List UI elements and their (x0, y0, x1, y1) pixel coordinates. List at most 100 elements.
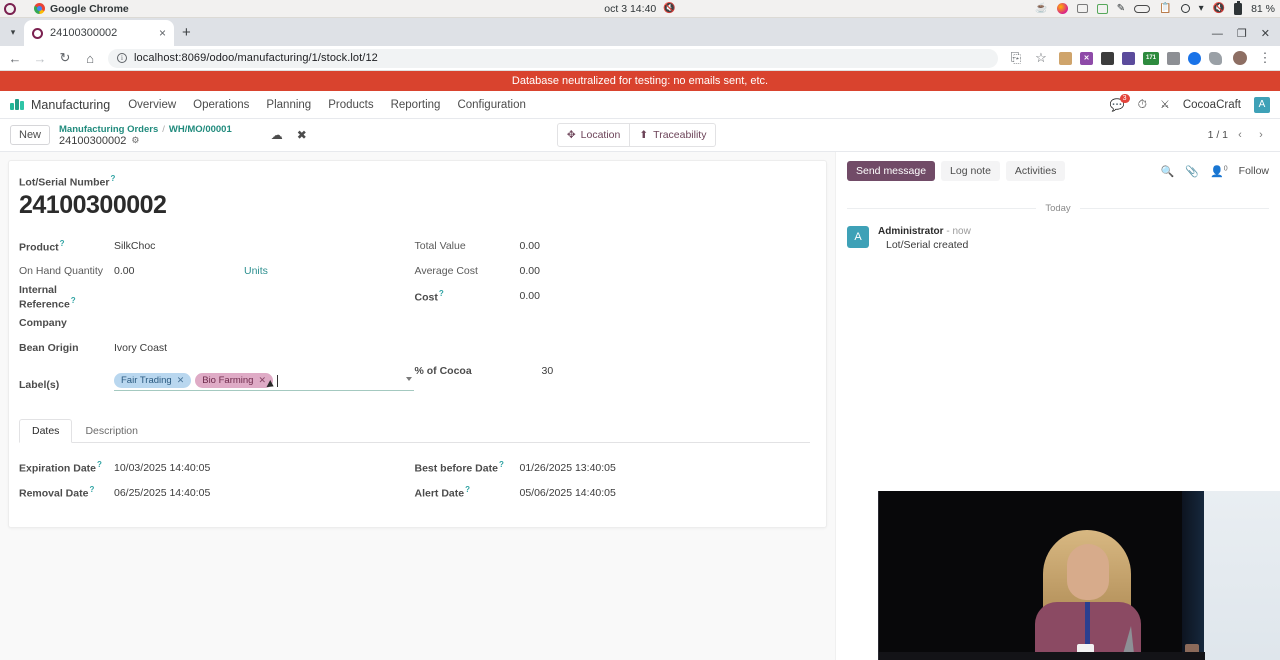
bank-extension-icon[interactable] (1059, 51, 1072, 65)
back-icon[interactable]: ← (8, 51, 22, 66)
help-tooltip-icon[interactable]: ? (110, 174, 115, 183)
active-app-label: Google Chrome (50, 2, 129, 15)
tools-icon[interactable]: ⚔ (1160, 98, 1170, 111)
counter-extension-icon[interactable]: 171 (1143, 51, 1159, 65)
location-icon[interactable] (1180, 4, 1190, 13)
user-menu-label[interactable]: CocoaCraft (1183, 99, 1241, 111)
log-note-button[interactable]: Log note (941, 161, 1000, 181)
chevron-down-icon[interactable] (406, 377, 412, 381)
tab-description[interactable]: Description (72, 419, 151, 443)
help-tooltip-icon[interactable]: ? (439, 289, 444, 298)
chatter-message-author[interactable]: Administrator (878, 226, 944, 237)
menu-reporting[interactable]: Reporting (391, 99, 441, 111)
help-tooltip-icon[interactable]: ? (465, 485, 470, 494)
tab-dates[interactable]: Dates (19, 419, 73, 443)
tag-remove-icon[interactable]: ✕ (177, 375, 185, 386)
location-button[interactable]: ✥ Location (556, 123, 631, 147)
battery-icon[interactable] (1234, 0, 1243, 15)
volume-muted-icon[interactable]: 🔇 (1213, 3, 1225, 14)
avatar[interactable]: A (1254, 96, 1270, 113)
new-tab-button[interactable]: + (182, 25, 191, 40)
presenter-video-overlay[interactable] (878, 491, 1280, 660)
new-button[interactable]: New (10, 125, 51, 145)
cast-icon[interactable]: ⎘ (1009, 50, 1023, 66)
field-best-before-date-value[interactable]: 01/26/2025 13:40:05 (520, 462, 811, 474)
help-tooltip-icon[interactable]: ? (71, 296, 76, 305)
home-icon[interactable]: ⌂ (83, 51, 97, 66)
field-percent-of-cocoa-value[interactable]: 30 (520, 365, 811, 377)
forward-icon[interactable]: → (33, 51, 47, 66)
shape-extension-icon[interactable] (1209, 51, 1222, 65)
help-tooltip-icon[interactable]: ? (89, 485, 94, 494)
clock-icon[interactable]: ⏱ (1138, 97, 1147, 112)
field-alert-date-value[interactable]: 05/06/2025 14:40:05 (520, 487, 811, 499)
chrome-menu-icon[interactable]: ⋮ (1258, 50, 1272, 66)
labels-tags-input[interactable]: Fair Trading ✕ Bio Farming ✕ (114, 373, 414, 391)
traceability-button[interactable]: ⬆ Traceability (630, 123, 717, 147)
doc-extension-icon[interactable] (1101, 51, 1114, 65)
follow-button[interactable]: Follow (1239, 165, 1269, 177)
menu-planning[interactable]: Planning (266, 99, 311, 111)
pager-previous-icon[interactable]: ‹ (1231, 126, 1249, 144)
os-clock[interactable]: oct 3 14:40 (604, 3, 656, 15)
clipboard-icon[interactable]: 📋 (1159, 3, 1171, 14)
field-expiration-date-value[interactable]: 10/03/2025 14:40:05 (114, 462, 415, 474)
window-close-button[interactable]: ✕ (1261, 27, 1270, 40)
menu-configuration[interactable]: Configuration (457, 99, 525, 111)
search-icon[interactable]: 🔍 (1161, 165, 1175, 178)
field-bean-origin-value[interactable]: Ivory Coast (114, 342, 415, 354)
window-extension-icon[interactable] (1122, 51, 1135, 65)
help-tooltip-icon[interactable]: ? (97, 460, 102, 469)
field-product-value[interactable]: SilkChoc (114, 240, 415, 252)
address-bar[interactable]: i localhost:8069/odoo/manufacturing/1/st… (108, 48, 998, 68)
screenshot-icon[interactable] (1076, 4, 1088, 13)
firefox-icon[interactable] (1056, 3, 1068, 14)
pager-next-icon[interactable]: › (1252, 126, 1270, 144)
tag-remove-icon[interactable]: ✕ (258, 375, 266, 386)
field-cost-value[interactable]: 0.00 (520, 290, 811, 302)
menu-operations[interactable]: Operations (193, 99, 249, 111)
tab-search-button[interactable]: ▾ (2, 20, 24, 44)
help-tooltip-icon[interactable]: ? (60, 239, 65, 248)
messaging-icon[interactable] (1096, 3, 1108, 14)
tab-close-icon[interactable]: × (159, 27, 166, 39)
field-removal-date-value[interactable]: 06/25/2025 14:40:05 (114, 487, 415, 499)
menu-overview[interactable]: Overview (128, 99, 176, 111)
selection-extension-icon[interactable] (1167, 51, 1180, 65)
tag-bio-farming[interactable]: Bio Farming ✕ (195, 373, 273, 388)
tag-fair-trading[interactable]: Fair Trading ✕ (114, 373, 192, 388)
notifications-muted-icon[interactable]: 🔇 (663, 3, 675, 14)
pager-value[interactable]: 1 / 1 (1208, 129, 1228, 141)
active-app-indicator[interactable]: Google Chrome (34, 3, 129, 15)
send-message-button[interactable]: Send message (847, 161, 936, 181)
discard-icon[interactable]: ✖ (297, 128, 307, 142)
breadcrumb-item-manufacturing-orders[interactable]: Manufacturing Orders (59, 124, 158, 135)
cloud-save-icon[interactable]: ☁ (271, 128, 283, 142)
wifi-icon[interactable]: ▾ (1199, 3, 1204, 14)
help-tooltip-icon[interactable]: ? (499, 460, 504, 469)
app-brand[interactable]: Manufacturing (10, 98, 110, 112)
breadcrumb-item-mo[interactable]: WH/MO/00001 (169, 124, 232, 135)
gear-icon[interactable]: ⚙ (131, 135, 139, 146)
activities-dot-icon[interactable] (4, 2, 16, 15)
activities-button[interactable]: Activities (1005, 161, 1066, 181)
window-maximize-button[interactable]: ❐ (1237, 27, 1247, 40)
tag-bio-farming-label: Bio Farming (202, 375, 254, 386)
toggle-icon[interactable] (1134, 4, 1151, 13)
paperclip-icon[interactable]: 📎 (1185, 165, 1199, 178)
reload-icon[interactable]: ↻ (58, 50, 72, 66)
chrome-profile-avatar[interactable] (1233, 51, 1247, 65)
menu-products[interactable]: Products (328, 99, 373, 111)
site-info-icon[interactable]: i (117, 53, 127, 63)
puzzle-extension-icon[interactable]: ✕ (1080, 51, 1093, 65)
edit-icon[interactable]: ✎ (1117, 3, 1125, 14)
blue-dot-extension-icon[interactable] (1188, 51, 1201, 65)
window-minimize-button[interactable]: — (1212, 28, 1223, 40)
coffee-icon[interactable]: ☕ (1035, 3, 1047, 14)
units-link[interactable]: Units (244, 265, 268, 277)
messages-icon[interactable]: 💬 3 (1110, 93, 1130, 112)
bookmark-star-icon[interactable]: ☆ (1034, 50, 1048, 66)
browser-tab[interactable]: 24100300002 × (24, 20, 174, 46)
followers-button[interactable]: 👤0 (1210, 165, 1228, 178)
crosshair-icon: ✥ (566, 129, 576, 141)
